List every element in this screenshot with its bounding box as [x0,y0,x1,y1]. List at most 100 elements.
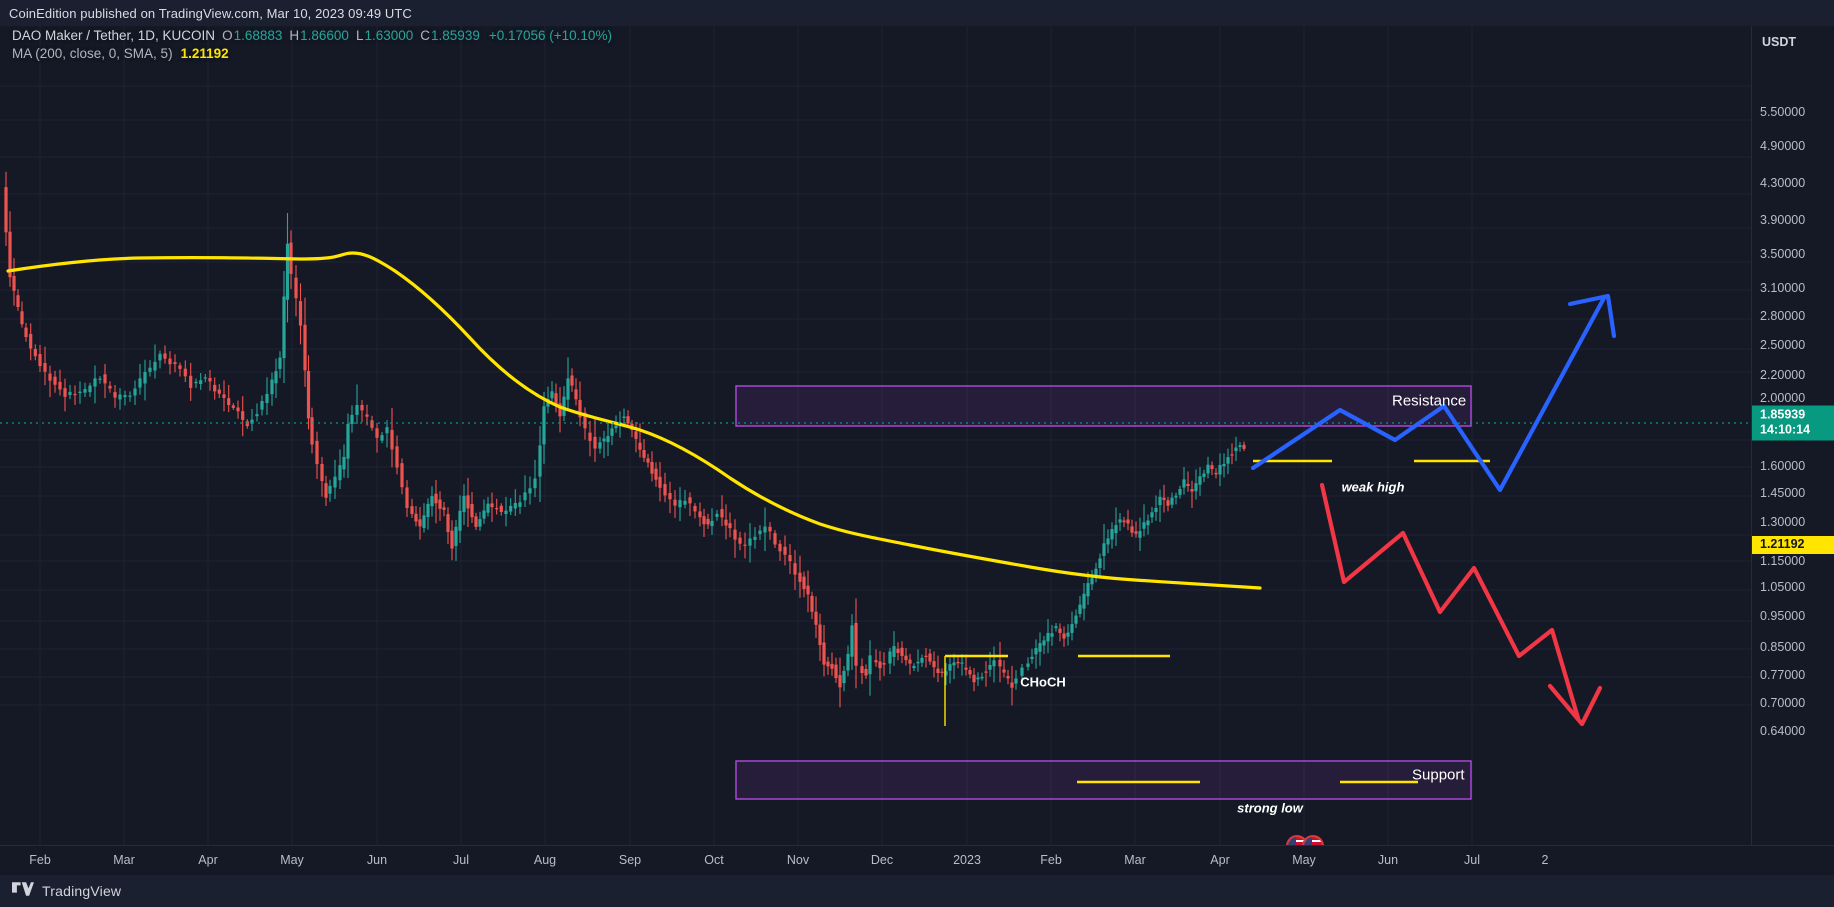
time-tick: Jul [1464,853,1480,867]
candle-body [434,493,438,504]
candle-body [158,353,162,361]
candle-body [1202,473,1206,477]
candle-body [1050,633,1054,637]
candle-body [1234,447,1238,452]
chart-frame[interactable]: Resistance Support weak high CHoCH stron… [0,26,1834,845]
candle-body [992,660,996,667]
candle-body [474,516,478,527]
candle-body [614,425,618,429]
candle-body [73,393,77,396]
candle-body [278,357,282,369]
choch-level[interactable] [944,654,1170,726]
candle-body [213,384,217,392]
candle-body [1090,578,1094,585]
candle-body [260,401,264,410]
time-tick: May [280,853,304,867]
candle-body [38,354,42,367]
price-tick: 0.85000 [1760,640,1806,654]
candle-body [350,414,354,425]
candle-body [634,431,638,439]
candle-body [1214,472,1218,475]
candle-body [818,624,822,645]
candle-body [426,503,430,517]
candle-body [1026,663,1030,667]
time-scale[interactable]: Feb Mar Apr May Jun Jul Aug Sep Oct Nov Dec 2023 Feb… [0,845,1834,876]
price-tick: 1.45000 [1760,486,1806,500]
candle-body [1226,457,1230,464]
candle-body [53,376,57,385]
candle-body [1058,628,1062,633]
candle-body [698,511,702,518]
candle-body [306,371,311,419]
support-zone[interactable] [735,760,1472,800]
candle-body [928,653,932,662]
candle-body [702,516,706,525]
candle-body [148,367,152,372]
time-tick: Jul [453,853,469,867]
candle-body [1038,643,1042,652]
candle-body [222,394,226,398]
legend-symbol[interactable]: DAO Maker / Tether, 1D, KUCOIN [12,27,215,45]
candle-body [390,429,394,450]
candle-body [1086,583,1090,597]
price-tick: 3.90000 [1760,213,1806,227]
candle-body [622,416,626,418]
candle-body [1066,632,1070,637]
price-scale[interactable]: USDT 5.50000 4.90000 3.90000 3.50000 3.10000… [1751,26,1834,845]
candle-body [822,642,826,665]
legend-ma-name[interactable]: MA (200, close, 0, SMA, 5) [12,45,173,63]
vertical-gridlines [39,26,1473,845]
candle-body [227,398,231,406]
candle-body [550,391,554,399]
candle-body [1150,512,1154,518]
candle-body [380,435,384,441]
candle-body [984,671,988,673]
candle-body [333,476,337,488]
chart-plot-area[interactable]: Resistance Support weak high CHoCH stron… [0,26,1751,845]
candle-body [48,373,52,381]
candle-body [78,391,82,394]
candle-body [952,662,956,666]
candle-body [673,499,677,506]
candle-body [123,395,127,398]
attribution-bar: CoinEdition published on TradingView.com… [0,0,1834,26]
candle-body [168,358,172,365]
us-flag-event-badge[interactable] [1286,835,1324,845]
candle-body [183,368,187,377]
chart-legend[interactable]: DAO Maker / Tether, 1D, KUCOIN O 1.68883 … [12,27,612,63]
bearish-projection-arrow[interactable] [1319,482,1603,727]
candle-body [1042,640,1046,646]
candle-body [932,661,936,668]
candle-body [810,595,814,612]
candle-body [1034,648,1038,655]
candle-body [830,663,834,669]
candle-body [806,585,810,595]
last-price-tag: 1.85939 14:10:14 [1752,405,1834,441]
candle-body [826,661,830,667]
candle-body [203,377,207,379]
candle-body [738,537,742,544]
weak-high-label: weak high [1341,479,1405,495]
candle-body [602,438,606,442]
candle-body [103,374,107,384]
candle-body [513,503,517,509]
candle-body [1242,444,1246,449]
legend-open-value: 1.68883 [233,28,283,43]
candle-body [868,655,872,675]
candle-body [346,423,350,459]
candle-body [294,277,298,299]
candle-body [1178,489,1182,495]
candle-body [566,378,570,400]
candle-body [133,388,137,396]
candle-body [478,519,482,527]
candle-body [194,381,198,384]
candle-body [650,462,654,474]
price-tick: 3.50000 [1760,247,1806,261]
candle-body [1130,526,1134,533]
candle-body [838,675,842,688]
candle-body [788,555,792,562]
candle-body [1102,543,1106,556]
candle-body [298,301,303,326]
candle-body [265,394,269,403]
price-tick: 1.60000 [1760,459,1806,473]
